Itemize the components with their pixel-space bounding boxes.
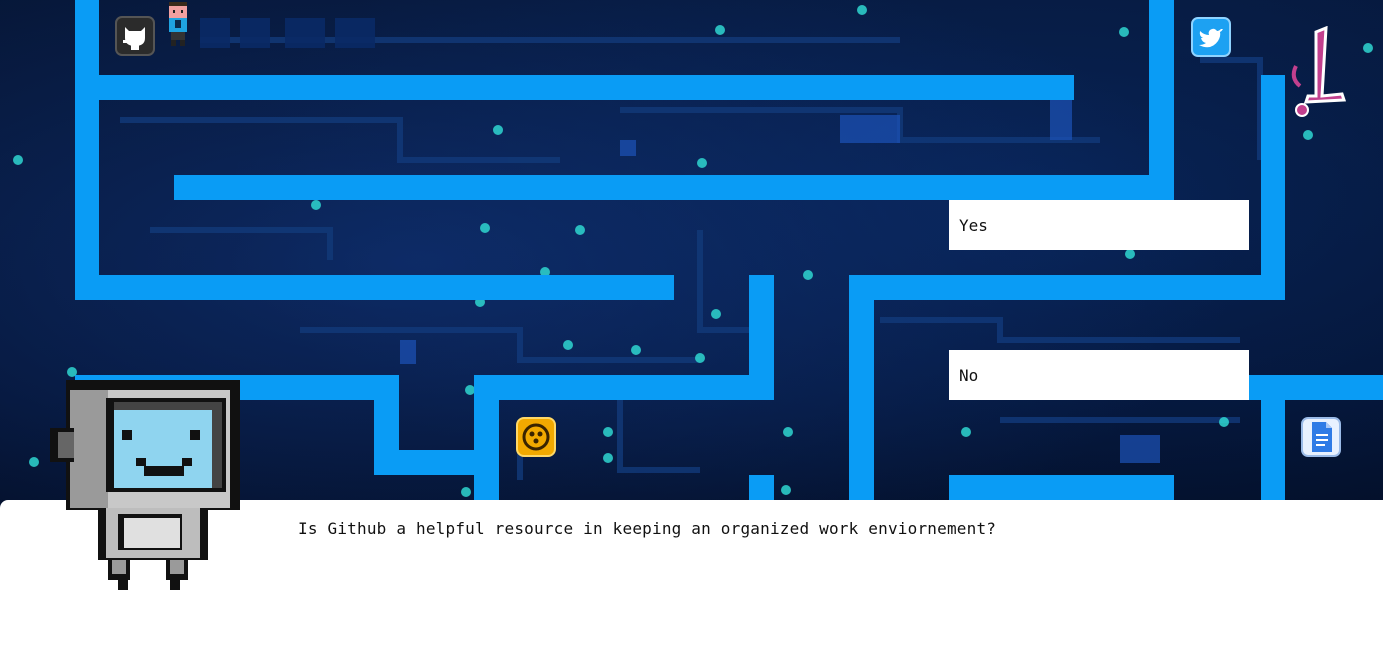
maze-wall xyxy=(75,75,1074,100)
maze-wall xyxy=(1261,375,1285,500)
google-doc-icon[interactable] xyxy=(1301,417,1341,457)
maze-wall xyxy=(474,375,774,400)
gold-coin-icon[interactable] xyxy=(516,417,556,457)
maze-wall xyxy=(1261,75,1285,300)
maze-wall xyxy=(75,275,674,300)
answer-no-label: No xyxy=(959,365,979,385)
maze-wall xyxy=(174,175,1174,200)
player-sprite-icon xyxy=(167,2,189,48)
pink-logo-icon xyxy=(1286,25,1352,120)
maze-wall xyxy=(75,0,99,300)
robot-guide-icon xyxy=(48,378,240,594)
maze-wall xyxy=(849,275,874,500)
maze-wall xyxy=(1149,0,1174,200)
github-icon[interactable] xyxy=(115,16,155,56)
maze-wall xyxy=(849,275,1285,300)
answer-no-button[interactable]: No xyxy=(949,350,1249,400)
answer-yes-button[interactable]: Yes xyxy=(949,200,1249,250)
maze-wall xyxy=(749,475,774,500)
maze-wall xyxy=(474,375,499,500)
game-stage: Yes No Is Github a helpful resource in k… xyxy=(0,0,1383,656)
maze-wall xyxy=(949,475,1174,500)
question-text: Is Github a helpful resource in keeping … xyxy=(298,519,997,538)
answer-yes-label: Yes xyxy=(959,215,988,235)
twitter-icon[interactable] xyxy=(1191,17,1231,57)
